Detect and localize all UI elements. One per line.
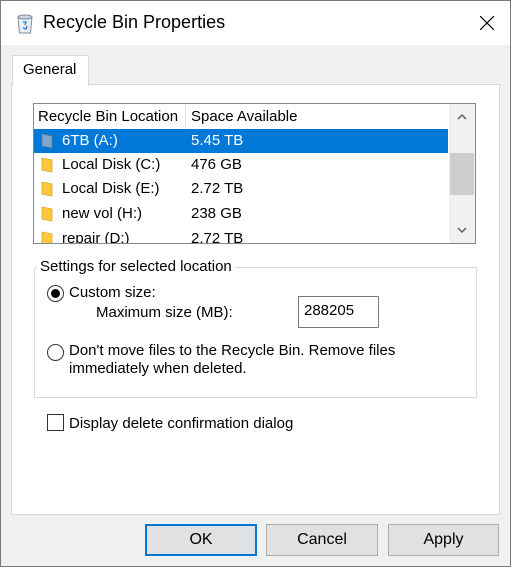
cancel-button[interactable]: Cancel (266, 524, 378, 556)
location-name: Local Disk (C:) (62, 156, 161, 173)
recycle-bin-icon (17, 14, 33, 34)
custom-size-label[interactable]: Custom size: (69, 284, 156, 301)
chevron-down-icon (457, 227, 467, 234)
list-row[interactable]: Local Disk (C:) 476 GB (34, 153, 448, 177)
scroll-up-button[interactable] (449, 104, 475, 130)
close-icon (480, 16, 494, 30)
delete-confirmation-checkbox[interactable] (47, 414, 64, 431)
scroll-down-button[interactable] (449, 217, 475, 243)
location-name: Local Disk (E:) (62, 180, 160, 197)
location-name: 6TB (A:) (62, 132, 118, 149)
list-row[interactable]: new vol (H:) 238 GB (34, 202, 448, 226)
location-space: 238 GB (191, 205, 242, 222)
title-bar: Recycle Bin Properties (1, 1, 510, 45)
column-divider[interactable] (185, 104, 186, 129)
settings-group-title: Settings for selected location (37, 258, 235, 275)
remove-files-label-line1[interactable]: Don't move files to the Recycle Bin. Rem… (69, 342, 395, 359)
close-button[interactable] (464, 1, 510, 45)
list-row[interactable]: Local Disk (E:) 2.72 TB (34, 177, 448, 201)
window-title: Recycle Bin Properties (43, 12, 226, 32)
tab-general[interactable]: General (12, 55, 89, 86)
location-space: 2.72 TB (191, 180, 244, 197)
drive-icon (41, 133, 53, 149)
folder-icon (41, 231, 53, 243)
max-size-label: Maximum size (MB): (96, 304, 233, 321)
tab-label: General (23, 61, 77, 78)
vertical-scrollbar[interactable] (449, 104, 475, 243)
max-size-value: 288205 (304, 302, 355, 319)
scroll-thumb[interactable] (450, 153, 474, 195)
list-row-selected[interactable]: 6TB (A:) 5.45 TB (34, 129, 448, 153)
location-list[interactable]: Recycle Bin Location Space Available 6TB… (33, 103, 476, 244)
list-header: Recycle Bin Location Space Available (34, 104, 447, 129)
apply-button[interactable]: Apply (388, 524, 499, 556)
folder-icon (41, 157, 53, 173)
list-row[interactable]: repair (D:) 2.72 TB (34, 227, 448, 244)
remove-files-radio[interactable] (47, 344, 64, 361)
column-header-space[interactable]: Space Available (191, 108, 297, 125)
custom-size-radio[interactable] (47, 285, 64, 302)
location-name: repair (D:) (62, 230, 130, 244)
folder-icon (41, 206, 53, 222)
delete-confirmation-label[interactable]: Display delete confirmation dialog (69, 415, 293, 432)
column-header-location[interactable]: Recycle Bin Location (38, 108, 178, 125)
location-name: new vol (H:) (62, 205, 143, 222)
location-space: 5.45 TB (191, 132, 244, 149)
location-space: 476 GB (191, 156, 242, 173)
chevron-up-icon (457, 113, 467, 120)
remove-files-label-line2[interactable]: immediately when deleted. (69, 360, 247, 377)
location-space: 2.72 TB (191, 230, 244, 244)
max-size-input[interactable]: 288205 (298, 296, 379, 328)
folder-icon (41, 181, 53, 197)
ok-button[interactable]: OK (145, 524, 257, 556)
